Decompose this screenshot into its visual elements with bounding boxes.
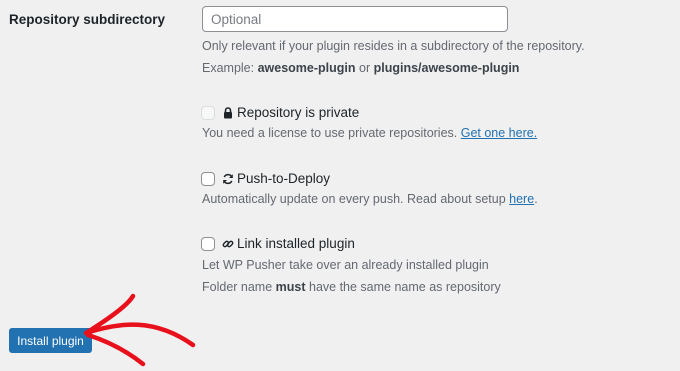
push-to-deploy-help-suffix: . [534, 192, 538, 206]
example-value-b: plugins/awesome-plugin [373, 61, 520, 75]
get-license-link[interactable]: Get one here. [461, 126, 537, 140]
push-to-deploy-help: Automatically update on every push. Read… [202, 192, 538, 206]
private-repo-row: Repository is private [201, 105, 359, 120]
subdirectory-help-text: Only relevant if your plugin resides in … [202, 39, 585, 53]
push-to-deploy-help-text: Automatically update on every push. Read… [202, 192, 510, 206]
folder-name-suffix: have the same name as repository [305, 280, 501, 294]
install-plugin-button[interactable]: Install plugin [9, 328, 92, 353]
folder-name-prefix: Folder name [202, 280, 276, 294]
private-repo-checkbox[interactable] [201, 105, 215, 120]
link-installed-checkbox[interactable] [201, 236, 215, 251]
push-to-deploy-row: Push-to-Deploy [201, 171, 330, 186]
example-value-a: awesome-plugin [257, 61, 356, 75]
private-repo-label: Repository is private [237, 105, 360, 120]
link-installed-help-2: Folder name must have the same name as r… [202, 280, 501, 294]
link-installed-label: Link installed plugin [237, 236, 355, 251]
lock-icon [222, 106, 234, 119]
subdirectory-example: Example: awesome-plugin or plugins/aweso… [202, 61, 519, 75]
example-or: or [355, 61, 374, 75]
link-installed-row: Link installed plugin [201, 236, 355, 251]
plugin-install-form: Repository subdirectory Only relevant if… [0, 0, 680, 371]
private-repo-help-text: You need a license to use private reposi… [202, 126, 461, 140]
link-icon [222, 238, 234, 250]
sync-icon [222, 173, 234, 185]
subdirectory-help: Only relevant if your plugin resides in … [202, 39, 585, 53]
push-to-deploy-checkbox[interactable] [201, 171, 215, 186]
annotation-arrow-icon [83, 293, 196, 367]
folder-name-must: must [275, 280, 306, 294]
link-installed-help-text: Let WP Pusher take over an already insta… [202, 258, 489, 272]
push-to-deploy-label: Push-to-Deploy [237, 171, 331, 186]
subdirectory-label: Repository subdirectory [9, 12, 166, 27]
setup-docs-link[interactable]: here [509, 192, 534, 206]
subdirectory-input[interactable] [202, 6, 508, 32]
example-prefix: Example: [202, 61, 258, 75]
private-repo-help: You need a license to use private reposi… [202, 126, 537, 140]
link-installed-help-1: Let WP Pusher take over an already insta… [202, 258, 489, 272]
